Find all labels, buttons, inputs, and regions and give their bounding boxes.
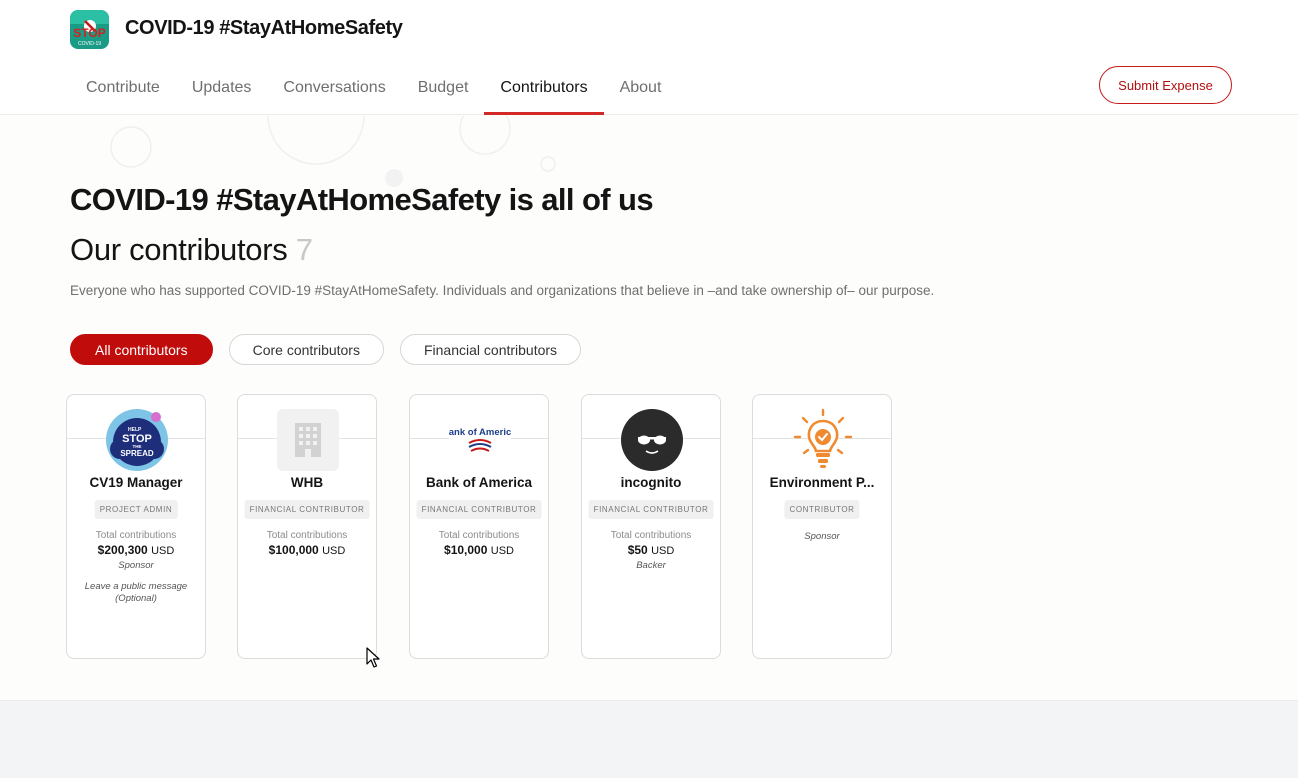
contributors-description: Everyone who has supported COVID-19 #Sta… <box>70 283 935 298</box>
logo-stop-text: STOP <box>73 26 105 40</box>
filter-all-contributors[interactable]: All contributors <box>70 334 213 365</box>
contributor-card-cv19-manager[interactable]: HELP STOP THE SPREAD CV19 Manager PROJEC… <box>66 394 206 659</box>
filter-core-contributors[interactable]: Core contributors <box>228 334 384 365</box>
currency: USD <box>322 545 346 557</box>
amount: $200,300 <box>97 543 148 557</box>
contributor-name[interactable]: CV19 Manager <box>71 475 201 490</box>
total-contributions-label: Total contributions <box>266 530 348 541</box>
role-badge: FINANCIAL CONTRIBUTOR <box>416 500 542 519</box>
contributor-name[interactable]: Environment P... <box>757 475 887 490</box>
tab-updates[interactable]: Updates <box>176 60 268 115</box>
contributors-count: 7 <box>295 232 313 267</box>
page-title: COVID-19 #StayAtHomeSafety is all of us <box>70 182 654 217</box>
tab-about[interactable]: About <box>604 60 678 115</box>
bank-of-america-logo: ank of Americ <box>449 409 511 471</box>
total-contributions-label: Total contributions <box>438 530 520 541</box>
total-contributions-value: $10,000 USD <box>410 543 548 557</box>
stop-the-spread-icon: HELP STOP THE SPREAD <box>106 409 168 471</box>
amount: $100,000 <box>268 543 319 557</box>
tab-contribute[interactable]: Contribute <box>70 60 176 115</box>
total-contributions-label: Total contributions <box>610 530 692 541</box>
tier-label: Sponsor <box>804 531 840 542</box>
amount: $10,000 <box>444 543 488 557</box>
public-message-link[interactable]: Leave a public message (Optional) <box>77 581 195 605</box>
currency: USD <box>490 545 514 557</box>
role-badge: FINANCIAL CONTRIBUTOR <box>244 500 370 519</box>
role-badge: FINANCIAL CONTRIBUTOR <box>588 500 714 519</box>
contributor-name[interactable]: incognito <box>586 475 716 490</box>
lightbulb-check-icon <box>792 408 854 471</box>
tab-conversations[interactable]: Conversations <box>267 60 401 115</box>
collective-logo[interactable]: STOP COVID-19 <box>70 10 109 49</box>
total-contributions-value: $50 USD <box>582 543 720 557</box>
contributors-heading: Our contributors 7 <box>70 232 313 268</box>
contributors-heading-text: Our contributors <box>70 232 288 267</box>
contributor-filters: All contributors Core contributors Finan… <box>70 334 582 365</box>
incognito-sunglasses-icon <box>621 409 683 471</box>
collective-name[interactable]: COVID-19 #StayAtHomeSafety <box>125 17 403 40</box>
contributor-name[interactable]: Bank of America <box>414 475 544 490</box>
contributor-card-environment[interactable]: Environment P... CONTRIBUTOR Sponsor <box>752 394 892 659</box>
tier-label: Backer <box>636 560 666 571</box>
tab-budget[interactable]: Budget <box>402 60 485 115</box>
tier-label: Sponsor <box>118 560 154 571</box>
total-contributions-label: Total contributions <box>95 530 177 541</box>
currency: USD <box>151 545 175 557</box>
total-contributions-value: $100,000 USD <box>238 543 376 557</box>
role-badge: CONTRIBUTOR <box>784 500 860 519</box>
avatar-text-spread: SPREAD <box>120 449 154 458</box>
contributor-card-whb[interactable]: WHB FINANCIAL CONTRIBUTOR Total contribu… <box>237 394 377 659</box>
currency: USD <box>651 545 675 557</box>
contributor-name[interactable]: WHB <box>242 475 372 490</box>
building-icon <box>277 409 339 471</box>
amount: $50 <box>627 543 648 557</box>
role-badge: PROJECT ADMIN <box>94 500 178 519</box>
main-nav: Contribute Updates Conversations Budget … <box>70 60 677 115</box>
submit-expense-button[interactable]: Submit Expense <box>1099 66 1232 104</box>
filter-financial-contributors[interactable]: Financial contributors <box>399 334 582 365</box>
logo-sub-text: COVID-19 <box>78 41 101 47</box>
contributor-card-incognito[interactable]: incognito FINANCIAL CONTRIBUTOR Total co… <box>581 394 721 659</box>
footer-band <box>0 700 1298 778</box>
top-bar: STOP COVID-19 COVID-19 #StayAtHomeSafety… <box>0 0 1298 115</box>
bofa-logo-text: ank of Americ <box>449 427 511 438</box>
total-contributions-value: $200,300 USD <box>67 543 205 557</box>
mouse-pointer-icon <box>366 647 380 668</box>
tab-contributors[interactable]: Contributors <box>484 60 604 115</box>
contributor-card-bank-of-america[interactable]: ank of Americ Bank of America FINANCIAL … <box>409 394 549 659</box>
